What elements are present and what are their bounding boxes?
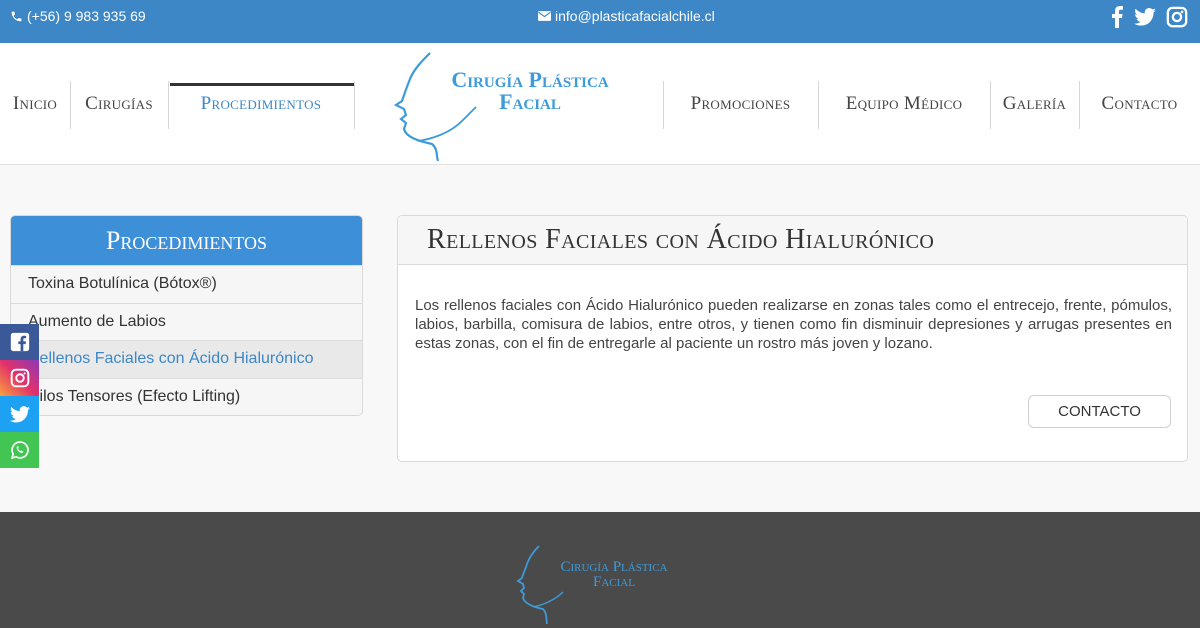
email-contact[interactable]: info@plasticafacialchile.cl: [538, 8, 715, 24]
nav-contacto[interactable]: Contacto: [1079, 43, 1200, 165]
nav-cirugias[interactable]: Cirugías: [70, 43, 168, 165]
footer-logo-text: Cirugía Plástica Facial: [539, 560, 689, 590]
logo-line-1: Cirugía Plástica: [451, 67, 609, 92]
nav-procedimientos[interactable]: Procedimientos: [168, 43, 354, 165]
top-bar: (+56) 9 983 935 69 info@plasticafacialch…: [0, 0, 1200, 43]
mail-icon: [538, 11, 551, 21]
logo-text: Cirugía Plástica Facial: [430, 69, 630, 113]
page-title: Rellenos Faciales con Ácido Hialurónico: [398, 216, 1187, 265]
nav-promociones[interactable]: Promociones: [663, 43, 818, 165]
facebook-icon[interactable]: [1110, 6, 1124, 28]
logo-line-2: Facial: [499, 89, 561, 114]
instagram-icon[interactable]: [0, 360, 39, 396]
nav-inicio[interactable]: Inicio: [0, 43, 70, 165]
facebook-icon[interactable]: [0, 324, 39, 360]
procedures-sidebar: Procedimientos Toxina Botulínica (Bótox®…: [10, 215, 363, 416]
site-footer: Cirugía Plástica Facial: [0, 512, 1200, 628]
site-logo[interactable]: Cirugía Plástica Facial: [392, 49, 632, 163]
top-socials: [1110, 6, 1188, 28]
footer-logo-line-1: Cirugía Plástica: [560, 559, 668, 575]
nav-equipo-medico[interactable]: Equipo Médico: [818, 43, 990, 165]
sidebar-item-hilos[interactable]: Hilos Tensores (Efecto Lifting): [11, 377, 362, 415]
phone-contact[interactable]: (+56) 9 983 935 69: [10, 8, 146, 24]
floating-social-bar: [0, 324, 39, 468]
content-paragraph: Los rellenos faciales con Ácido Hialurón…: [415, 297, 1172, 352]
sidebar-item-rellenos[interactable]: Rellenos Faciales con Ácido Hialurónico: [11, 340, 362, 378]
sidebar-title: Procedimientos: [11, 216, 362, 265]
nav-galeria[interactable]: Galería: [990, 43, 1079, 165]
sidebar-item-labios[interactable]: Aumento de Labios: [11, 302, 362, 340]
email-address: info@plasticafacialchile.cl: [555, 8, 715, 24]
instagram-icon[interactable]: [1166, 6, 1188, 28]
footer-logo-line-2: Facial: [593, 574, 635, 590]
twitter-icon[interactable]: [1134, 8, 1156, 26]
site-header: Inicio Cirugías Procedimientos Cirugía P…: [0, 43, 1200, 165]
phone-number: (+56) 9 983 935 69: [27, 8, 146, 24]
nav-divider: [354, 81, 355, 129]
twitter-icon[interactable]: [0, 396, 39, 432]
footer-logo[interactable]: Cirugía Plástica Facial: [515, 542, 690, 628]
contact-button[interactable]: CONTACTO: [1028, 395, 1171, 428]
content-card: Rellenos Faciales con Ácido Hialurónico …: [397, 215, 1188, 462]
phone-icon: [10, 10, 23, 23]
whatsapp-icon[interactable]: [0, 432, 39, 468]
sidebar-item-botox[interactable]: Toxina Botulínica (Bótox®): [11, 265, 362, 303]
